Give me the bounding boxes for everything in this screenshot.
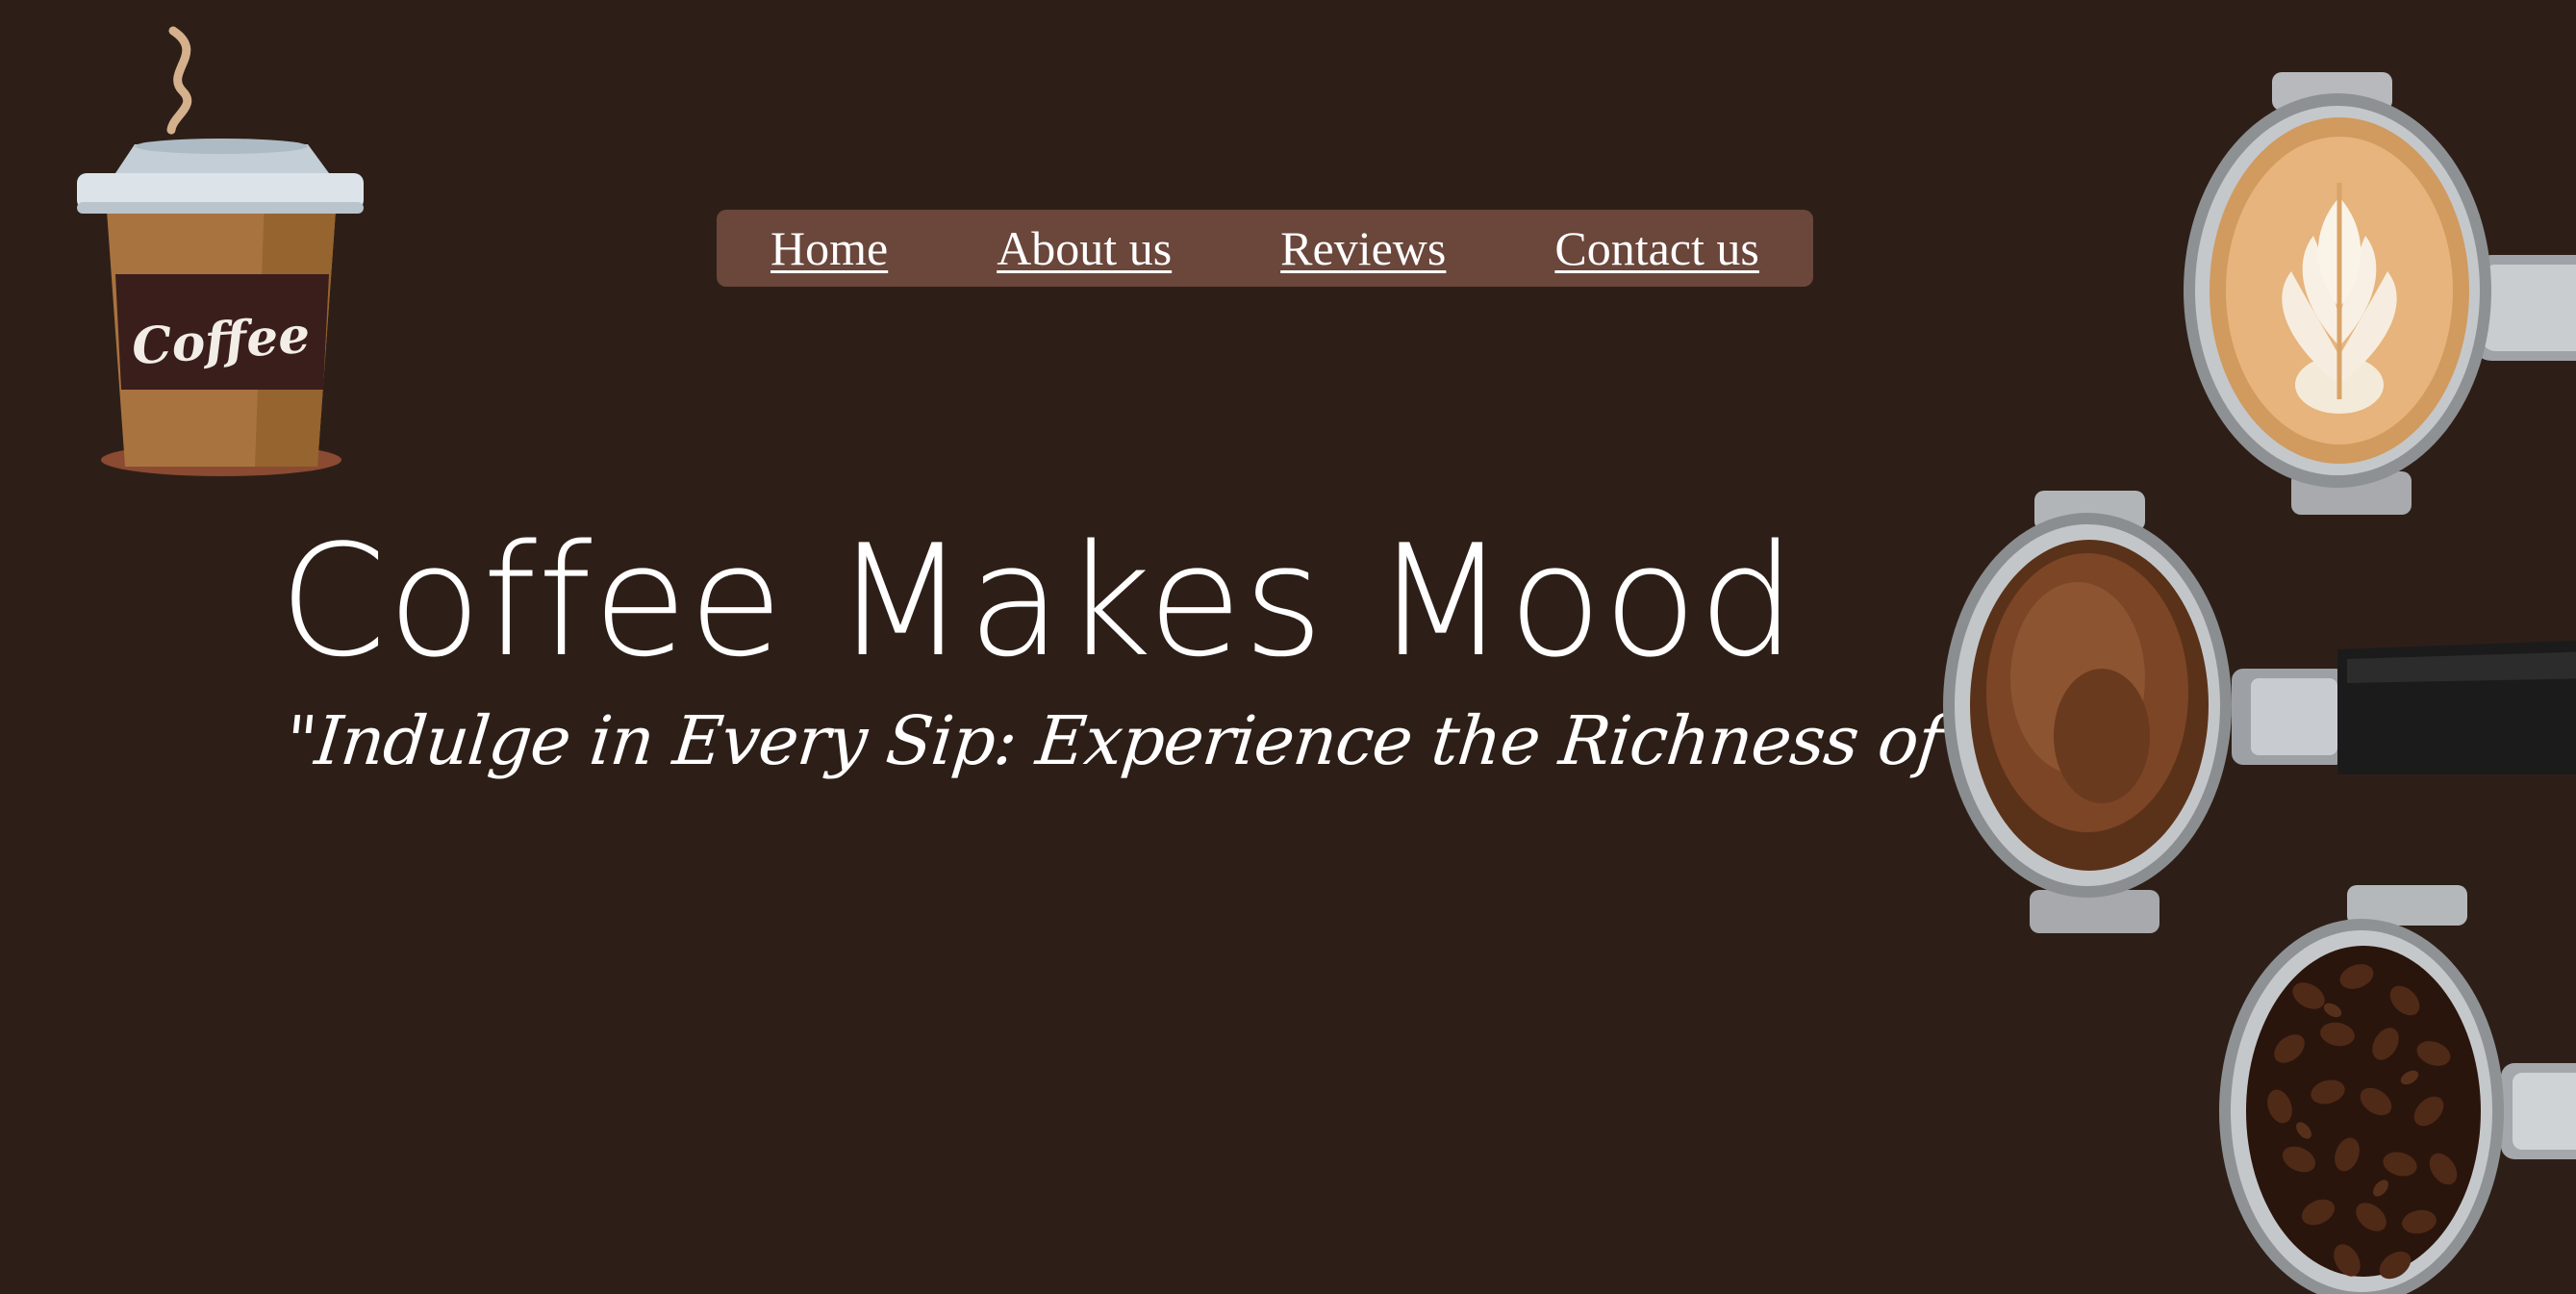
- ground-coffee-portafilter-image: [1943, 491, 2576, 933]
- nav-link-contact-us[interactable]: Contact us: [1554, 224, 1758, 272]
- coffee-cup-icon: [77, 26, 364, 476]
- nav-link-about-us[interactable]: About us: [997, 224, 1172, 272]
- coffee-beans-portafilter-image: [2219, 885, 2576, 1294]
- nav-link-reviews[interactable]: Reviews: [1280, 224, 1446, 272]
- nav-link-home[interactable]: Home: [770, 224, 888, 272]
- hero-title: Coffee Makes Mood: [279, 511, 1798, 691]
- coffee-cup-logo: Coffee: [77, 26, 364, 476]
- logo-text: Coffee: [130, 306, 312, 377]
- main-nav: Home About us Reviews Contact us: [717, 210, 1813, 287]
- latte-portafilter-image: [2184, 72, 2576, 515]
